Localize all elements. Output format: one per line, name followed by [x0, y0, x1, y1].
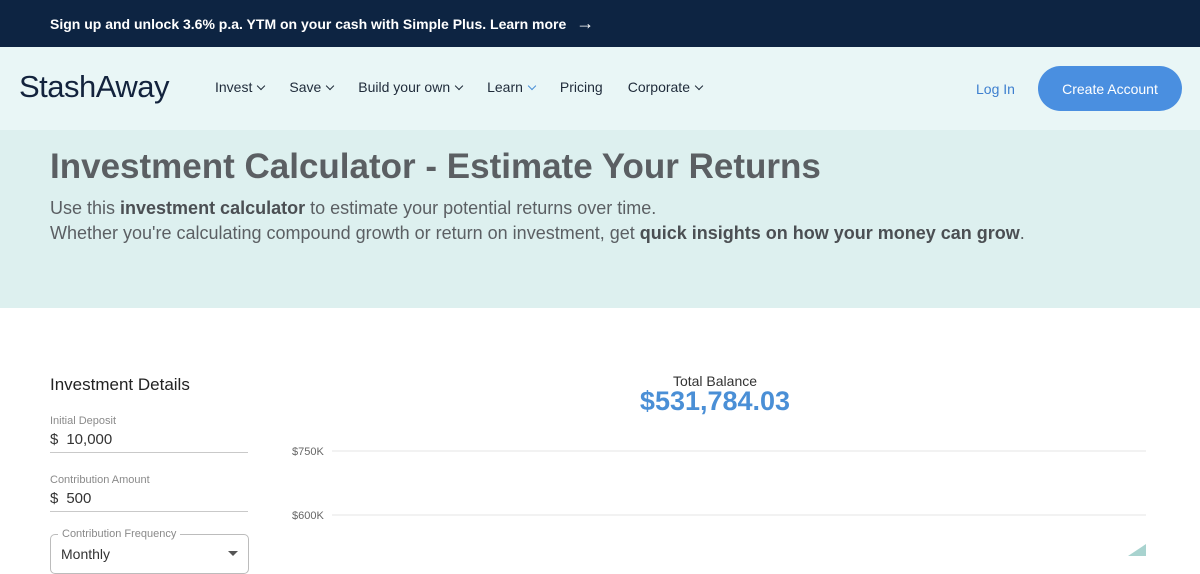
contribution-frequency-select[interactable]: Contribution Frequency Monthly	[50, 528, 249, 574]
chevron-down-icon	[326, 81, 335, 90]
field-label: Initial Deposit	[50, 415, 117, 427]
nav-item-save[interactable]: Save	[289, 79, 335, 95]
caret-down-icon	[228, 551, 238, 556]
initial-deposit-input[interactable]: $ 10,000	[50, 431, 248, 453]
contribution-amount-input[interactable]: $ 500	[50, 490, 248, 512]
promo-banner: Sign up and unlock 3.6% p.a. YTM on your…	[0, 0, 1200, 47]
field-label: Contribution Frequency	[58, 528, 181, 540]
promo-link[interactable]: Sign up and unlock 3.6% p.a. YTM on your…	[50, 13, 594, 34]
hero-text: .	[1019, 223, 1025, 243]
arrow-right-icon: →	[576, 13, 595, 33]
nav-item-learn[interactable]: Learn	[487, 79, 537, 95]
chevron-down-icon	[257, 81, 266, 90]
nav-item-label: Save	[289, 79, 322, 95]
y-tick-label: $600K	[292, 510, 324, 522]
login-link[interactable]: Log In	[976, 81, 1015, 97]
y-tick-label: $750K	[292, 446, 324, 458]
total-balance-value: $531,784.03	[639, 386, 791, 416]
chevron-down-icon	[454, 81, 464, 90]
promo-text: Sign up and unlock 3.6% p.a. YTM on your…	[50, 15, 567, 32]
nav-item-build-your-own[interactable]: Build your own	[358, 79, 464, 95]
hero-description-line-2: Whether you're calculating compound grow…	[50, 223, 1025, 244]
nav-item-label: Build your own	[358, 79, 451, 95]
main-nav: Invest Save Build your own Learn Pricing…	[215, 79, 727, 95]
page-title: Investment Calculator - Estimate Your Re…	[50, 147, 821, 186]
hero-section: Investment Calculator - Estimate Your Re…	[0, 130, 1200, 308]
logo[interactable]: StashAway	[19, 69, 170, 105]
currency-symbol: $	[50, 490, 59, 507]
currency-symbol: $	[50, 431, 59, 448]
field-label: Contribution Amount	[50, 474, 150, 486]
hero-text: to estimate your potential returns over …	[305, 198, 657, 218]
nav-item-label: Learn	[487, 79, 523, 95]
nav-item-label: Corporate	[627, 79, 690, 95]
site-header: StashAway Invest Save Build your own Lea…	[0, 47, 1200, 130]
hero-text-bold: investment calculator	[120, 198, 306, 218]
contribution-amount-field[interactable]: Contribution Amount $ 500	[50, 474, 248, 512]
hero-text: Whether you're calculating compound grow…	[50, 223, 640, 243]
nav-item-invest[interactable]: Invest	[215, 79, 266, 95]
balance-area	[1128, 544, 1146, 556]
field-value: 500	[66, 490, 92, 507]
field-value: 10,000	[66, 431, 113, 448]
create-account-button[interactable]: Create Account	[1038, 66, 1182, 111]
chart-grid: $750K $600K	[292, 446, 1146, 522]
initial-deposit-field[interactable]: Initial Deposit $ 10,000	[50, 415, 248, 453]
select-value: Monthly	[61, 546, 111, 562]
nav-item-pricing[interactable]: Pricing	[560, 79, 603, 95]
hero-text-bold: quick insights on how your money can gro…	[639, 223, 1020, 243]
nav-item-label: Pricing	[559, 79, 603, 95]
balance-chart: $750K $600K	[292, 446, 1146, 556]
nav-item-corporate[interactable]: Corporate	[627, 79, 704, 95]
investment-details-title: Investment Details	[50, 375, 190, 394]
nav-item-label: Invest	[215, 79, 253, 95]
chevron-down-icon	[527, 81, 537, 90]
hero-description-line-1: Use this investment calculator to estima…	[50, 198, 656, 219]
hero-text: Use this	[50, 198, 121, 218]
chevron-down-icon	[694, 81, 704, 90]
